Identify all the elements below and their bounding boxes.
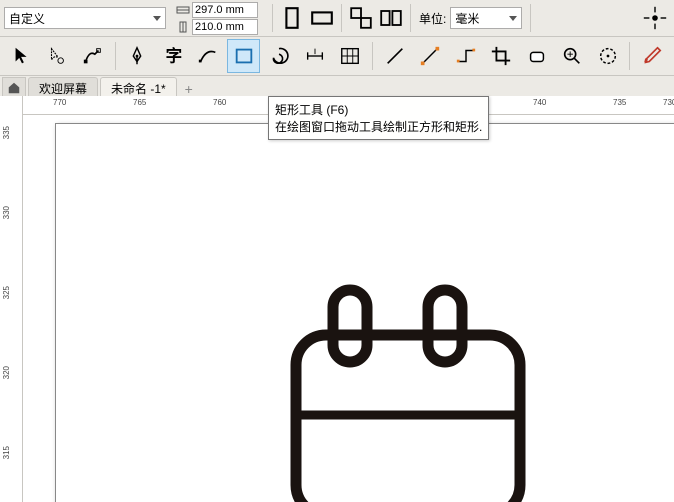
transparency-tool[interactable] [591,39,625,73]
ruler-label: 325 [2,286,11,299]
nudge-settings-button[interactable] [641,4,669,32]
drawing-canvas[interactable] [23,115,674,502]
bezier-tool[interactable] [413,39,447,73]
eraser-tool[interactable] [520,39,554,73]
separator [341,4,342,32]
ruler-label: 760 [213,98,226,107]
crop-tool[interactable] [484,39,518,73]
landscape-button[interactable] [308,4,336,32]
portrait-button[interactable] [278,4,306,32]
ruler-label: 770 [53,98,66,107]
page-dimensions [176,2,258,35]
workspace: 335 330 325 320 315 770 765 760 755 750 … [0,96,674,502]
pick-tool[interactable] [5,39,39,73]
rectangle-tooltip: 矩形工具 (F6) 在绘图窗口拖动工具绘制正方形和矩形. [268,96,489,140]
separator [272,4,273,32]
table-tool[interactable] [333,39,367,73]
connector-tool[interactable] [449,39,483,73]
freehand-pick-tool[interactable] [41,39,75,73]
svg-text:字: 字 [165,46,182,66]
ruler-label: 320 [2,366,11,379]
separator [530,4,531,32]
page-preset-value: 自定义 [9,10,149,27]
rectangle-tool[interactable] [227,39,261,73]
tab-label: 欢迎屏幕 [39,80,87,97]
line-tool[interactable] [378,39,412,73]
tooltip-description: 在绘图窗口拖动工具绘制正方形和矩形. [275,118,482,135]
main-area: 770 765 760 755 750 745 740 735 730 [23,96,674,502]
width-icon [176,4,190,16]
ruler-label: 735 [613,98,626,107]
separator [372,42,373,70]
ruler-label: 315 [2,446,11,459]
untitled-tab[interactable]: 未命名 -1* [100,77,177,98]
unit-dropdown[interactable]: 毫米 [450,7,522,29]
ruler-label: 730 [663,98,674,107]
ruler-label: 335 [2,126,11,139]
eyedropper-tool[interactable] [635,39,669,73]
toolbox: 字 [0,37,674,76]
page-width-input[interactable] [192,2,258,18]
text-tool[interactable]: 字 [156,39,190,73]
unit-value: 毫米 [455,10,505,27]
unit-label: 单位: [419,10,446,27]
freehand-tool[interactable] [191,39,225,73]
page-preset-dropdown[interactable]: 自定义 [4,7,166,29]
zoom-tool[interactable] [555,39,589,73]
calendar-drawing [278,275,538,502]
chevron-down-icon [509,16,517,21]
separator [629,42,630,70]
height-icon [176,21,190,33]
pen-tool[interactable] [120,39,154,73]
spiral-tool[interactable] [262,39,296,73]
separator [410,4,411,32]
separator [115,42,116,70]
current-page-button[interactable] [377,4,405,32]
ruler-label: 330 [2,206,11,219]
dimension-tool[interactable] [298,39,332,73]
page-height-input[interactable] [192,19,258,35]
shape-tool[interactable] [76,39,110,73]
all-pages-button[interactable] [347,4,375,32]
welcome-tab[interactable]: 欢迎屏幕 [28,77,98,98]
property-bar: 自定义 单位: 毫米 [0,0,674,37]
tab-label: 未命名 -1* [111,80,166,97]
home-tab[interactable] [2,77,26,98]
chevron-down-icon [153,16,161,21]
ruler-label: 740 [533,98,546,107]
tooltip-title: 矩形工具 (F6) [275,101,482,118]
vertical-ruler[interactable]: 335 330 325 320 315 [0,96,23,502]
ruler-label: 765 [133,98,146,107]
